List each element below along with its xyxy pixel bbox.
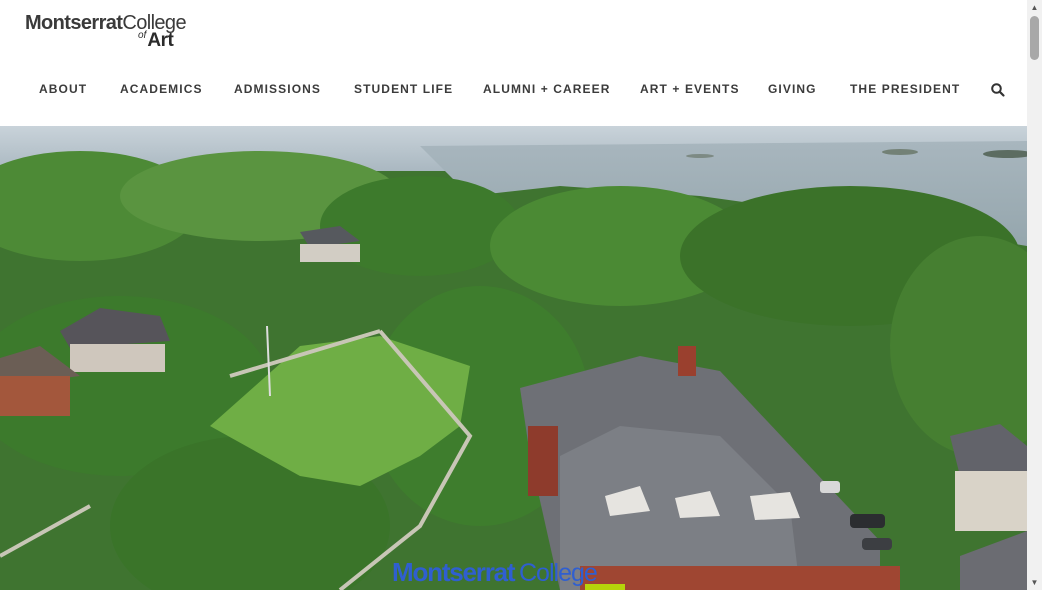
college-logo[interactable]: MontserratCollege ofArt [25, 12, 187, 51]
hero-overlay-logo-college: College [519, 559, 597, 587]
scroll-down-arrow-icon[interactable]: ▼ [1027, 575, 1042, 590]
hero-campus-aerial-image: Montserrat College [0, 126, 1027, 590]
nav-item-the-president[interactable]: THE PRESIDENT [850, 82, 960, 96]
logo-art: Art [147, 30, 174, 51]
nav-item-academics[interactable]: ACADEMICS [120, 82, 203, 96]
scrollbar-thumb[interactable] [1030, 16, 1039, 60]
hero-overlay-logo-bold: Montserrat [392, 557, 516, 587]
main-navigation: ABOUT ACADEMICS ADMISSIONS STUDENT LIFE … [0, 72, 1027, 106]
vertical-scrollbar[interactable]: ▲ ▼ [1027, 0, 1042, 590]
logo-of: of [138, 30, 147, 41]
nav-item-art-events[interactable]: ART + EVENTS [640, 82, 740, 96]
logo-name: Montserrat [25, 12, 123, 34]
search-icon[interactable] [990, 82, 1006, 98]
scroll-up-arrow-icon[interactable]: ▲ [1027, 0, 1042, 15]
logo-subline: ofArt [138, 30, 174, 52]
nav-item-alumni-career[interactable]: ALUMNI + CAREER [483, 82, 611, 96]
nav-item-giving[interactable]: GIVING [768, 82, 817, 96]
nav-item-student-life[interactable]: STUDENT LIFE [354, 82, 453, 96]
nav-item-about[interactable]: ABOUT [39, 82, 87, 96]
page: MontserratCollege ofArt ABOUT ACADEMICS … [0, 0, 1027, 590]
nav-item-admissions[interactable]: ADMISSIONS [234, 82, 321, 96]
